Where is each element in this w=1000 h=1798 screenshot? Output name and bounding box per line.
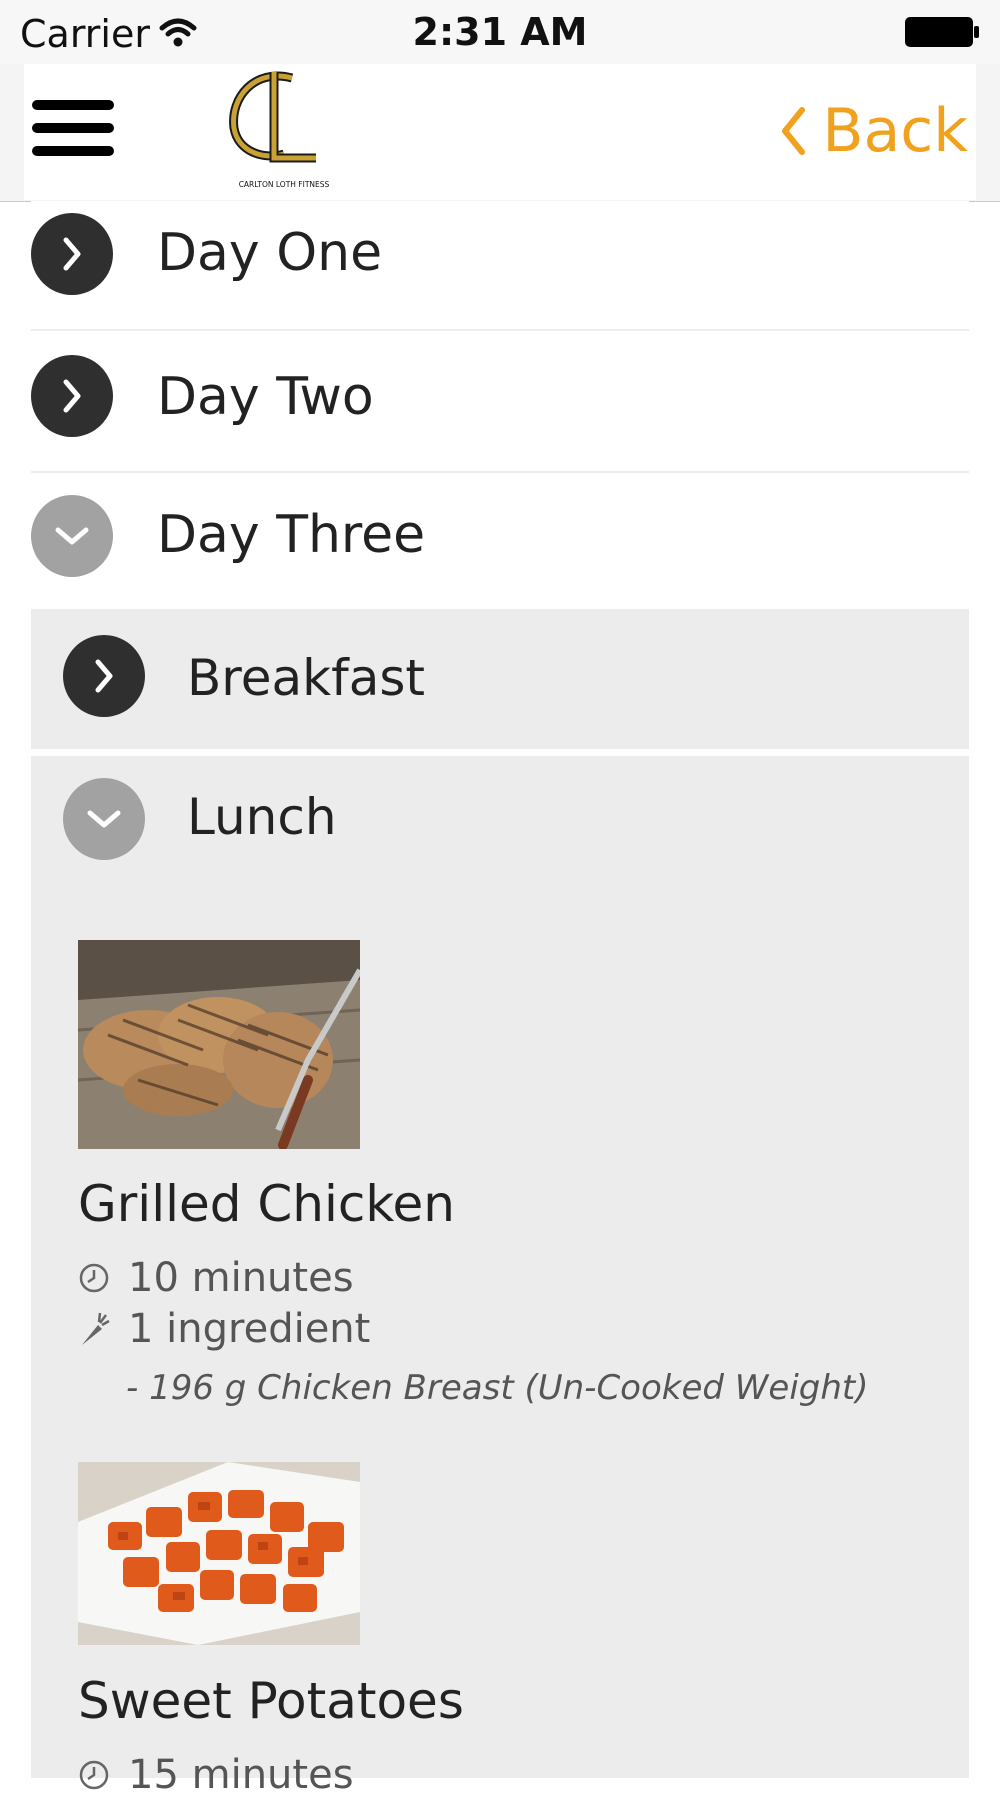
- chevron-right-icon: [63, 237, 81, 271]
- sweet-potatoes-photo[interactable]: [78, 1462, 360, 1645]
- recipe-time-text: 15 minutes: [128, 1752, 354, 1798]
- recipe-name[interactable]: Sweet Potatoes: [78, 1672, 464, 1730]
- chevron-left-icon: [782, 107, 806, 155]
- back-label: Back: [822, 96, 968, 166]
- day-label: Day Three: [157, 505, 426, 565]
- chevron-down-icon: [87, 810, 121, 828]
- meal-row-lunch[interactable]: Lunch: [31, 756, 969, 886]
- collapse-button[interactable]: [63, 778, 145, 860]
- grilled-chicken-photo[interactable]: [78, 940, 360, 1149]
- logo-text: CARLTON LOTH FITNESS: [239, 180, 330, 189]
- day-row-two[interactable]: Day Two: [31, 331, 969, 474]
- navigation-bar-content: CARLTON LOTH FITNESS Back: [24, 64, 976, 200]
- clock-icon: [79, 1760, 109, 1790]
- battery-icon: [905, 17, 979, 47]
- recipe-time: 15 minutes: [78, 1752, 354, 1798]
- brand-logo: CARLTON LOTH FITNESS: [229, 71, 330, 189]
- day-label: Day Two: [157, 367, 374, 427]
- chevron-down-icon: [55, 527, 89, 545]
- meal-label: Breakfast: [187, 649, 426, 707]
- recipe-time: 10 minutes: [78, 1255, 354, 1301]
- back-button[interactable]: Back: [780, 86, 968, 176]
- recipe-time-text: 10 minutes: [128, 1255, 354, 1301]
- status-bar: Carrier 2:31 AM: [0, 0, 1000, 64]
- meal-row-breakfast[interactable]: Breakfast: [31, 609, 969, 749]
- meal-label: Lunch: [187, 788, 337, 846]
- ingredient-item: - 196 g Chicken Breast (Un-Cooked Weight…: [126, 1368, 869, 1408]
- carrot-icon: [82, 1312, 110, 1345]
- expand-button[interactable]: [63, 635, 145, 717]
- recipe-name[interactable]: Grilled Chicken: [78, 1175, 455, 1233]
- chevron-right-icon: [95, 659, 113, 693]
- day-label: Day One: [157, 223, 383, 283]
- collapse-button[interactable]: [31, 495, 113, 577]
- recipe-ingredients-count: 1 ingredient: [78, 1306, 370, 1352]
- menu-icon[interactable]: [32, 100, 114, 164]
- day-row-three[interactable]: Day Three: [31, 473, 969, 609]
- expand-button[interactable]: [31, 213, 113, 295]
- status-time: 2:31 AM: [412, 10, 588, 54]
- ingredients-count-text: 1 ingredient: [128, 1306, 371, 1352]
- expand-button[interactable]: [31, 355, 113, 437]
- day-row-one[interactable]: Day One: [31, 201, 969, 332]
- clock-icon: [79, 1263, 109, 1293]
- chevron-right-icon: [63, 379, 81, 413]
